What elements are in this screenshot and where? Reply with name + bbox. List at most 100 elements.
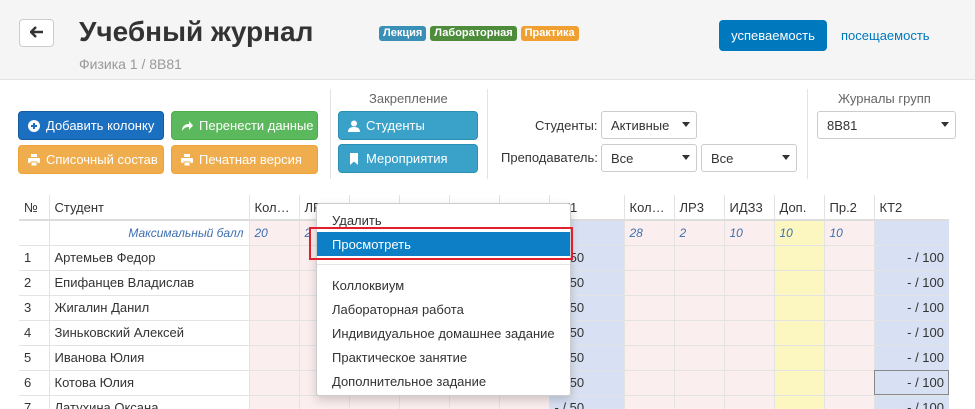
students-filter-select[interactable]: Активные <box>601 111 697 139</box>
grade-cell[interactable] <box>248 345 299 371</box>
student-name: Артемьев Федор <box>48 245 249 271</box>
kt2-cell[interactable]: - / 100 <box>873 345 949 371</box>
grade-cell[interactable] <box>673 370 724 396</box>
col-header[interactable]: Пр.2 <box>823 195 874 221</box>
grade-cell[interactable] <box>773 370 824 396</box>
grade-cell[interactable] <box>823 345 874 371</box>
grade-cell[interactable] <box>773 345 824 371</box>
max-score-cell: 28 <box>623 220 674 246</box>
kt2-cell[interactable]: - / 100 <box>873 245 949 271</box>
roster-label: Списочный состав <box>46 152 158 167</box>
grade-cell[interactable] <box>348 395 399 409</box>
grade-cell[interactable] <box>673 395 724 409</box>
badge-lab: Лабораторная <box>430 26 517 41</box>
grade-cell[interactable] <box>673 295 724 321</box>
grade-cell[interactable] <box>248 320 299 346</box>
grade-cell[interactable] <box>623 270 674 296</box>
max-score-cell: 10 <box>723 220 774 246</box>
grade-cell[interactable] <box>823 370 874 396</box>
grade-cell[interactable] <box>623 295 674 321</box>
grade-cell[interactable] <box>248 245 299 271</box>
menu-item-colloquium[interactable]: Коллоквиум <box>317 273 570 297</box>
grade-cell[interactable] <box>823 395 874 409</box>
row-number: 2 <box>19 270 49 296</box>
grade-cell[interactable] <box>498 395 549 409</box>
menu-item-lab-work[interactable]: Лабораторная работа <box>317 297 570 321</box>
badge-lecture: Лекция <box>379 26 427 41</box>
grade-cell[interactable] <box>673 270 724 296</box>
page-subtitle: Физика 1 / 8В81 <box>79 56 182 72</box>
col-header[interactable]: Доп. <box>773 195 824 221</box>
row-number: 4 <box>19 320 49 346</box>
pin-events-label: Мероприятия <box>366 151 448 166</box>
grade-cell[interactable] <box>723 295 774 321</box>
grade-cell[interactable] <box>673 320 724 346</box>
grade-cell[interactable] <box>623 395 674 409</box>
kt2-cell[interactable]: - / 100 <box>873 370 949 396</box>
toolbar-divider <box>487 89 488 179</box>
kt1-cell[interactable]: - / 50 <box>548 395 624 409</box>
grade-cell[interactable] <box>673 345 724 371</box>
transfer-data-button[interactable]: Перенести данные <box>171 111 318 140</box>
group-journals-select[interactable]: 8В81 <box>817 111 956 139</box>
grade-cell[interactable] <box>773 245 824 271</box>
print-version-label: Печатная версия <box>199 152 302 167</box>
col-header-kt2[interactable]: КТ2 <box>873 195 949 221</box>
grade-cell[interactable] <box>723 370 774 396</box>
grade-cell[interactable] <box>773 295 824 321</box>
grade-cell[interactable] <box>298 395 349 409</box>
toolbar-divider <box>807 89 808 179</box>
performance-button[interactable]: успеваемость <box>719 20 827 51</box>
grade-cell[interactable] <box>723 320 774 346</box>
grade-cell[interactable] <box>773 395 824 409</box>
pin-events-button[interactable]: Мероприятия <box>338 144 478 173</box>
col-header[interactable]: Кол… <box>248 195 299 221</box>
col-header[interactable]: Кол… <box>623 195 674 221</box>
kt2-cell[interactable]: - / 100 <box>873 395 949 409</box>
grade-cell[interactable] <box>823 245 874 271</box>
pin-students-button[interactable]: Студенты <box>338 111 478 140</box>
menu-item-individual-hw[interactable]: Индивидуальное домашнее задание <box>317 321 570 345</box>
col-header[interactable]: ИДЗ3 <box>723 195 774 221</box>
teacher-filter-value-2: Все <box>711 150 734 166</box>
grade-cell[interactable] <box>623 345 674 371</box>
col-header[interactable]: ЛР3 <box>673 195 724 221</box>
max-score-cell <box>873 220 949 246</box>
grade-cell[interactable] <box>623 245 674 271</box>
grade-cell[interactable] <box>723 345 774 371</box>
grade-cell[interactable] <box>773 320 824 346</box>
grade-cell[interactable] <box>248 395 299 409</box>
kt2-cell[interactable]: - / 100 <box>873 270 949 296</box>
attendance-link[interactable]: посещаемость <box>841 28 930 43</box>
teacher-filter-select-2[interactable]: Все <box>701 144 797 172</box>
kt2-cell[interactable]: - / 100 <box>873 320 949 346</box>
teacher-filter-select[interactable]: Все <box>601 144 697 172</box>
col-header-student[interactable]: Студент <box>48 195 249 221</box>
grade-cell[interactable] <box>773 270 824 296</box>
kt2-cell[interactable]: - / 100 <box>873 295 949 321</box>
roster-button[interactable]: Списочный состав <box>18 145 164 174</box>
grade-cell[interactable] <box>623 320 674 346</box>
grade-cell[interactable] <box>248 295 299 321</box>
grade-cell[interactable] <box>448 395 499 409</box>
group-journals-value: 8В81 <box>827 117 858 133</box>
grade-cell[interactable] <box>723 245 774 271</box>
student-name: Котова Юлия <box>48 370 249 396</box>
menu-item-practical[interactable]: Практическое занятие <box>317 345 570 369</box>
grade-cell[interactable] <box>398 395 449 409</box>
grade-cell[interactable] <box>823 295 874 321</box>
grade-cell[interactable] <box>823 270 874 296</box>
grade-cell[interactable] <box>623 370 674 396</box>
share-arrow-icon <box>181 120 193 132</box>
add-column-button[interactable]: Добавить колонку <box>18 111 164 140</box>
back-button[interactable] <box>19 19 54 47</box>
grade-cell[interactable] <box>248 270 299 296</box>
grade-cell[interactable] <box>723 270 774 296</box>
menu-divider <box>317 264 570 265</box>
menu-item-additional[interactable]: Дополнительное задание <box>317 369 570 393</box>
grade-cell[interactable] <box>248 370 299 396</box>
grade-cell[interactable] <box>723 395 774 409</box>
grade-cell[interactable] <box>823 320 874 346</box>
print-version-button[interactable]: Печатная версия <box>171 145 318 174</box>
grade-cell[interactable] <box>673 245 724 271</box>
